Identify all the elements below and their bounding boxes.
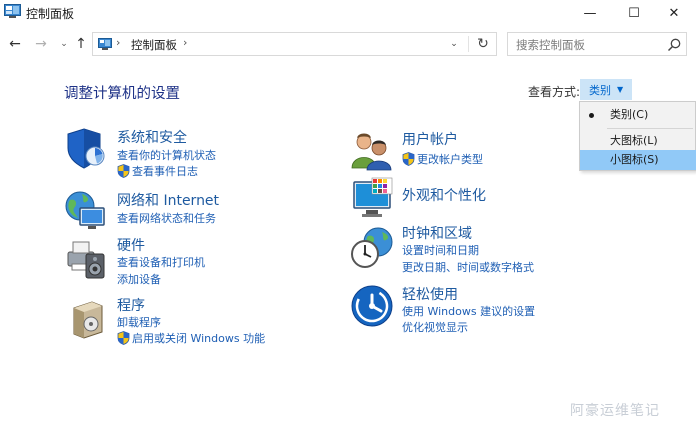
category-title-hardware[interactable]: 硬件	[117, 235, 145, 255]
refresh-button[interactable]: ↻	[472, 33, 494, 55]
link-view-network-status[interactable]: 查看网络状态和任务	[117, 210, 216, 226]
menu-item-label: 类别(C)	[610, 108, 649, 121]
link-view-event-logs[interactable]: 查看事件日志	[117, 163, 198, 179]
category-title-ease-of-access[interactable]: 轻松使用	[402, 284, 458, 304]
ease-of-access-icon[interactable]	[350, 284, 394, 328]
search-icon[interactable]	[666, 37, 682, 53]
appearance-personalization-icon[interactable]	[350, 176, 394, 220]
link-change-formats[interactable]: 更改日期、时间或数字格式	[402, 259, 534, 275]
minimize-button[interactable]: —	[568, 0, 612, 26]
view-by-value[interactable]: 类别	[589, 82, 611, 98]
category-title-clock-region[interactable]: 时钟和区域	[402, 223, 472, 243]
category-title-programs[interactable]: 程序	[117, 295, 145, 315]
menu-item-large-icons[interactable]: 大图标(L)	[580, 131, 696, 151]
breadcrumb-chevron-icon[interactable]: ›	[183, 36, 187, 49]
forward-button[interactable]: →	[32, 34, 50, 54]
title-bar: 控制面板 — ☐ ✕	[0, 0, 696, 26]
link-uninstall-program[interactable]: 卸载程序	[117, 314, 161, 330]
link-label[interactable]: 更改帐户类型	[417, 153, 483, 166]
link-view-computer-status[interactable]: 查看你的计算机状态	[117, 147, 216, 163]
menu-item-small-icons[interactable]: 小图标(S)	[580, 150, 696, 170]
category-title-appearance[interactable]: 外观和个性化	[402, 185, 486, 205]
link-recommended-settings[interactable]: 使用 Windows 建议的设置	[402, 303, 535, 319]
view-by-menu: 类别(C) 大图标(L) 小图标(S)	[579, 101, 696, 171]
uac-shield-icon	[402, 152, 415, 166]
control-panel-app-icon	[4, 4, 21, 18]
link-change-account-type[interactable]: 更改帐户类型	[402, 151, 483, 167]
close-button[interactable]: ✕	[652, 0, 696, 26]
breadcrumb-item-control-panel[interactable]: 控制面板	[131, 37, 177, 53]
up-button[interactable]: ↑	[72, 34, 90, 54]
category-title-network-internet[interactable]: 网络和 Internet	[117, 190, 219, 210]
dropdown-arrow-icon[interactable]: ▼	[617, 85, 623, 94]
page-title: 调整计算机的设置	[64, 86, 180, 102]
clock-region-icon[interactable]	[350, 226, 394, 270]
network-internet-icon[interactable]	[64, 188, 108, 232]
watermark-text: 阿豪运维笔记	[570, 403, 660, 419]
search-placeholder[interactable]: 搜索控制面板	[516, 37, 585, 53]
menu-divider	[607, 128, 693, 129]
menu-item-category[interactable]: 类别(C)	[580, 105, 696, 125]
user-accounts-icon[interactable]	[350, 128, 394, 172]
menu-item-label: 大图标(L)	[610, 134, 658, 147]
link-optimize-display[interactable]: 优化视觉显示	[402, 319, 468, 335]
breadcrumb-chevron-icon[interactable]: ›	[116, 36, 120, 49]
system-security-icon[interactable]	[64, 126, 108, 170]
control-panel-icon	[98, 38, 112, 50]
programs-icon[interactable]	[64, 296, 108, 340]
category-title-user-accounts[interactable]: 用户帐户	[402, 129, 458, 149]
link-windows-features[interactable]: 启用或关闭 Windows 功能	[117, 330, 265, 346]
address-dropdown-icon[interactable]: ⌄	[443, 33, 465, 55]
view-by-label: 查看方式:	[528, 85, 581, 99]
uac-shield-icon	[117, 331, 130, 345]
maximize-button[interactable]: ☐	[612, 0, 656, 26]
link-label[interactable]: 启用或关闭 Windows 功能	[132, 332, 265, 345]
menu-item-label: 小图标(S)	[610, 153, 659, 166]
search-input[interactable]: 搜索控制面板	[507, 32, 687, 56]
recent-locations-icon[interactable]: ⌄	[55, 34, 73, 54]
view-by-dropdown[interactable]: 类别 ▼	[580, 79, 632, 100]
window-title: 控制面板	[26, 7, 75, 21]
category-title-system-security[interactable]: 系统和安全	[117, 127, 187, 147]
hardware-sound-icon[interactable]	[64, 236, 108, 280]
address-bar[interactable]: › 控制面板 › ⌄ ↻	[92, 32, 497, 56]
selected-bullet-icon	[589, 113, 594, 118]
uac-shield-icon	[117, 164, 130, 178]
link-set-time-date[interactable]: 设置时间和日期	[402, 242, 479, 258]
link-add-device[interactable]: 添加设备	[117, 271, 161, 287]
back-button[interactable]: ←	[6, 34, 24, 54]
address-divider	[468, 36, 469, 52]
link-view-devices-printers[interactable]: 查看设备和打印机	[117, 254, 205, 270]
link-label[interactable]: 查看事件日志	[132, 165, 198, 178]
